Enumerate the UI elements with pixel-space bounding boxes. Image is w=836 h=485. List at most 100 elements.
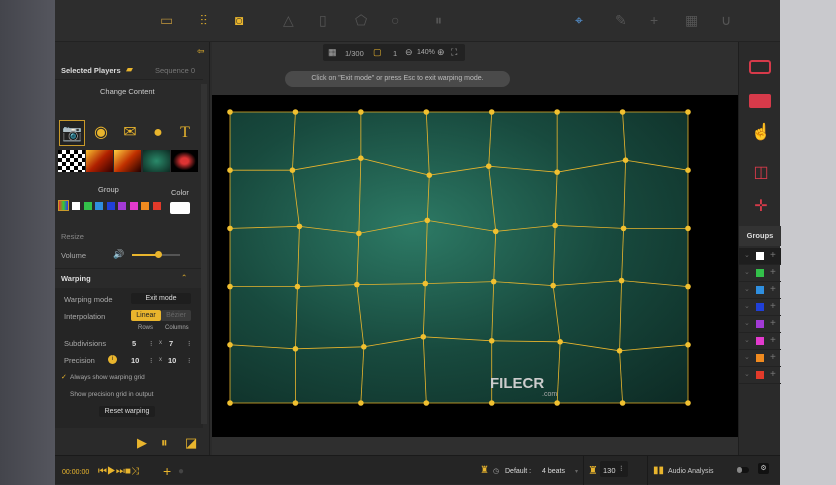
record-icon[interactable]: ● bbox=[178, 466, 184, 477]
group-swatch[interactable] bbox=[152, 202, 161, 210]
grid-handle[interactable] bbox=[685, 283, 691, 290]
check-icon[interactable]: ✓ bbox=[61, 373, 67, 381]
add-icon[interactable]: + bbox=[770, 352, 776, 363]
subdivisions-cols[interactable]: 7 bbox=[169, 339, 173, 348]
stepper-icon[interactable]: ⁝ bbox=[150, 356, 152, 365]
group-row[interactable]: ⌄ + bbox=[739, 333, 781, 350]
grid-handle[interactable] bbox=[552, 222, 558, 229]
grid-handle[interactable] bbox=[554, 169, 560, 175]
grid-handle[interactable] bbox=[292, 400, 299, 406]
reset-warping-button[interactable]: Reset warping bbox=[99, 406, 155, 417]
group-swatch[interactable] bbox=[95, 202, 103, 210]
ball-icon[interactable]: ● bbox=[145, 120, 171, 146]
image-thumbnail[interactable] bbox=[171, 150, 198, 172]
grid-handle[interactable] bbox=[485, 163, 492, 169]
grid-handle[interactable] bbox=[622, 157, 629, 163]
add-icon[interactable]: + bbox=[163, 463, 171, 479]
pen-icon[interactable]: ✎ bbox=[615, 12, 627, 29]
chevron-down-icon[interactable]: ⌄ bbox=[744, 302, 750, 310]
rect-outline-icon[interactable] bbox=[749, 60, 771, 74]
gradient-thumbnail[interactable] bbox=[86, 150, 113, 172]
exit-mode-button[interactable]: Exit mode bbox=[131, 293, 191, 304]
split-icon[interactable]: ◫ bbox=[749, 162, 773, 181]
show-precision-checkbox[interactable]: Show precision grid in output bbox=[70, 391, 153, 398]
chevron-down-icon[interactable]: ⌄ bbox=[744, 370, 750, 378]
info-icon[interactable]: i bbox=[108, 355, 117, 364]
grid-handle[interactable] bbox=[356, 230, 362, 237]
always-show-grid-checkbox[interactable]: Always show warping grid bbox=[70, 374, 145, 381]
grid-handle[interactable] bbox=[685, 225, 691, 232]
group-swatch[interactable] bbox=[129, 202, 138, 210]
settings-icon[interactable]: ⚙ bbox=[758, 463, 769, 474]
grid-handle[interactable] bbox=[488, 400, 495, 406]
grid-handle[interactable] bbox=[422, 280, 429, 287]
grid-handle[interactable] bbox=[358, 400, 364, 406]
gradient-thumbnail-2[interactable] bbox=[114, 150, 141, 172]
chevron-down-icon[interactable]: ▾ bbox=[575, 468, 578, 475]
grid-handle[interactable] bbox=[619, 109, 626, 115]
add-icon[interactable]: + bbox=[770, 301, 776, 312]
frame-icon[interactable]: ▦ bbox=[328, 47, 337, 58]
collapse-icon[interactable]: ⌃ bbox=[181, 273, 187, 282]
add-icon[interactable]: + bbox=[770, 250, 776, 261]
grid-handle[interactable] bbox=[616, 348, 623, 354]
group-color[interactable] bbox=[756, 354, 764, 362]
grid-handle[interactable] bbox=[358, 109, 364, 115]
grid-handle[interactable] bbox=[289, 167, 296, 173]
chevron-down-icon[interactable]: ⌄ bbox=[744, 285, 750, 293]
grid-handle[interactable] bbox=[488, 109, 495, 115]
stepper-icon[interactable]: ⁝ bbox=[620, 464, 623, 473]
inbox-icon[interactable]: ✉ bbox=[117, 120, 143, 146]
grid-handle[interactable] bbox=[426, 172, 433, 178]
grid-handle[interactable] bbox=[361, 344, 367, 350]
text-icon[interactable]: T bbox=[172, 120, 198, 146]
stepper-icon[interactable]: ⁝ bbox=[188, 356, 190, 365]
group-row[interactable]: ⌄ + bbox=[739, 282, 781, 299]
screen-icon[interactable]: ▭ bbox=[160, 12, 173, 29]
grid-handle[interactable] bbox=[358, 155, 364, 161]
chevron-down-icon[interactable]: ⌄ bbox=[744, 251, 750, 259]
group-row[interactable]: ⌄ + bbox=[739, 367, 781, 384]
projector-icon[interactable]: ◙ bbox=[235, 12, 243, 28]
mixer-icon[interactable]: ⫶⫶ bbox=[200, 12, 207, 29]
grid-handle[interactable] bbox=[619, 400, 626, 406]
group-swatch[interactable] bbox=[83, 202, 92, 210]
circle-icon[interactable]: ○ bbox=[391, 12, 399, 28]
crosshair-icon[interactable]: ✛ bbox=[749, 196, 773, 215]
group-row[interactable]: ⌄ + bbox=[739, 299, 781, 316]
shape-icon[interactable]: ⬠ bbox=[355, 12, 367, 29]
zoom-out-icon[interactable]: ⊖ bbox=[405, 47, 413, 58]
group-color[interactable] bbox=[756, 269, 764, 277]
add-icon[interactable]: + bbox=[770, 284, 776, 295]
camera-icon[interactable]: 📷 bbox=[59, 120, 85, 146]
grid-handle[interactable] bbox=[685, 109, 691, 115]
grid-handle[interactable] bbox=[685, 400, 691, 406]
grid-handle[interactable] bbox=[488, 338, 495, 344]
chevron-down-icon[interactable]: ⌄ bbox=[744, 319, 750, 327]
grid-handle[interactable] bbox=[424, 217, 431, 224]
magnet-icon[interactable]: ∪ bbox=[721, 12, 731, 29]
grid-handle[interactable] bbox=[296, 223, 303, 230]
grid-handle[interactable] bbox=[294, 283, 301, 290]
grid-handle[interactable] bbox=[420, 334, 427, 340]
grid-handle[interactable] bbox=[227, 109, 233, 115]
precision-cols[interactable]: 10 bbox=[168, 356, 176, 365]
grid-handle[interactable] bbox=[354, 281, 360, 288]
grid-handle[interactable] bbox=[620, 225, 627, 232]
group-row[interactable]: ⌄ + bbox=[739, 350, 781, 367]
group-color[interactable] bbox=[756, 337, 764, 345]
grid-handle[interactable] bbox=[492, 228, 499, 235]
group-color[interactable] bbox=[756, 252, 764, 260]
grid-icon[interactable]: ▦ bbox=[685, 12, 698, 29]
grid-handle[interactable] bbox=[292, 109, 299, 115]
grid-handle[interactable] bbox=[292, 346, 299, 352]
grid-handle[interactable] bbox=[490, 278, 497, 285]
triangle-icon[interactable]: △ bbox=[283, 12, 294, 29]
audio-toggle[interactable] bbox=[737, 467, 749, 473]
pin-icon[interactable]: ⇦ bbox=[197, 46, 205, 57]
group-swatch[interactable] bbox=[106, 202, 115, 210]
chevron-down-icon[interactable]: ⌄ bbox=[744, 353, 750, 361]
group-color[interactable] bbox=[756, 303, 764, 311]
grid-handle[interactable] bbox=[227, 400, 233, 406]
grid-handle[interactable] bbox=[550, 282, 556, 289]
